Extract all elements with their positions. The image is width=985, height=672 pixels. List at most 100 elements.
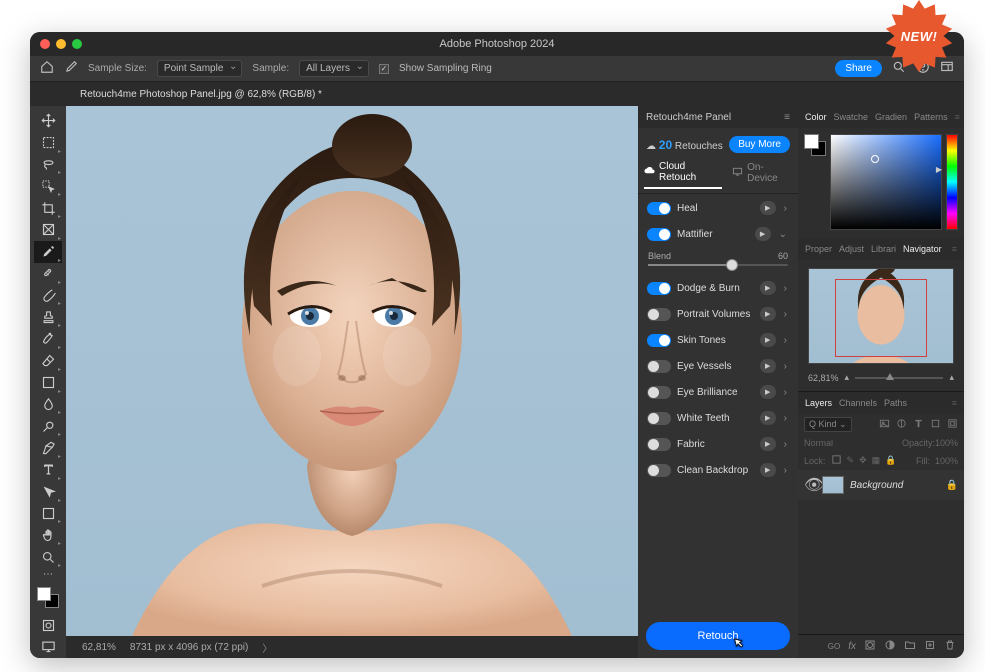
window-close-button[interactable]: [40, 39, 50, 49]
layer-mask-icon[interactable]: [864, 639, 876, 654]
expand-icon[interactable]: ›: [782, 465, 789, 476]
play-icon[interactable]: ▶: [760, 437, 776, 451]
home-icon[interactable]: [40, 60, 54, 77]
filter-type-icon[interactable]: [913, 418, 924, 431]
share-button[interactable]: Share: [835, 60, 882, 77]
plugin-menu-icon[interactable]: ≡: [784, 112, 790, 123]
layers-panel-menu-icon[interactable]: ≡: [952, 398, 957, 408]
toggle-3[interactable]: [647, 308, 671, 321]
play-icon[interactable]: ▶: [760, 281, 776, 295]
play-icon[interactable]: ▶: [760, 463, 776, 477]
nav-panel-menu-icon[interactable]: ≡: [952, 244, 957, 254]
navigator-viewport-frame[interactable]: [835, 279, 927, 357]
expand-icon[interactable]: ›: [782, 413, 789, 424]
tab-on-device[interactable]: On-Device: [732, 161, 792, 189]
color-swatch-small[interactable]: [804, 134, 826, 156]
blend-mode-dropdown[interactable]: Normal: [804, 438, 902, 448]
adjustment-layer-icon[interactable]: [884, 639, 896, 654]
selection-tool[interactable]: [34, 175, 62, 197]
group-icon[interactable]: [904, 639, 916, 654]
eraser-tool[interactable]: [34, 350, 62, 372]
lock-move-icon[interactable]: ✥: [859, 455, 867, 466]
navigator-zoom-slider[interactable]: [855, 377, 943, 379]
color-panel-menu-icon[interactable]: ≡: [955, 112, 960, 122]
tab-navigator[interactable]: Navigator: [903, 244, 942, 254]
shape-tool[interactable]: [34, 503, 62, 525]
play-icon[interactable]: ▶: [760, 411, 776, 425]
play-icon[interactable]: ▶: [760, 359, 776, 373]
expand-icon[interactable]: ›: [782, 439, 789, 450]
brush-tool[interactable]: [34, 285, 62, 307]
toggle-9[interactable]: [647, 464, 671, 477]
stamp-tool[interactable]: [34, 306, 62, 328]
zoom-tool[interactable]: [34, 546, 62, 568]
toggle-6[interactable]: [647, 386, 671, 399]
eyedropper-tool[interactable]: [34, 241, 62, 263]
toggle-1[interactable]: [647, 228, 671, 241]
hue-slider[interactable]: [946, 134, 958, 230]
pen-tool[interactable]: [34, 437, 62, 459]
tab-cloud-retouch[interactable]: Cloud Retouch: [644, 161, 722, 189]
play-icon[interactable]: ▶: [760, 385, 776, 399]
filter-image-icon[interactable]: [879, 418, 890, 431]
play-icon[interactable]: ▶: [760, 333, 776, 347]
tab-layers[interactable]: Layers: [805, 398, 832, 408]
window-maximize-button[interactable]: [72, 39, 82, 49]
trash-icon[interactable]: [944, 639, 956, 654]
toggle-0[interactable]: [647, 202, 671, 215]
link-layers-icon[interactable]: GO: [828, 642, 840, 651]
tab-swatches[interactable]: Swatche: [834, 112, 869, 122]
quickmask-tool[interactable]: [34, 614, 62, 636]
color-field[interactable]: ▶: [830, 134, 942, 230]
canvas[interactable]: [66, 106, 638, 636]
marquee-tool[interactable]: [34, 132, 62, 154]
opacity-value[interactable]: 100%: [935, 438, 958, 448]
expand-icon[interactable]: ›: [782, 203, 789, 214]
history-brush-tool[interactable]: [34, 328, 62, 350]
blend-slider[interactable]: [648, 264, 788, 266]
window-minimize-button[interactable]: [56, 39, 66, 49]
tab-paths[interactable]: Paths: [884, 398, 907, 408]
fill-value[interactable]: 100%: [935, 456, 958, 466]
tab-gradients[interactable]: Gradien: [875, 112, 907, 122]
toggle-2[interactable]: [647, 282, 671, 295]
tab-adjustments[interactable]: Adjust: [839, 244, 864, 254]
layer-visibility-icon[interactable]: 👁: [804, 475, 816, 495]
layer-fx-icon[interactable]: fx: [848, 641, 856, 652]
play-icon[interactable]: ▶: [755, 227, 771, 241]
expand-icon[interactable]: ›: [782, 361, 789, 372]
expand-icon[interactable]: ›: [782, 309, 789, 320]
expand-icon[interactable]: ›: [782, 335, 789, 346]
lock-brush-icon[interactable]: ✎: [847, 455, 855, 466]
layer-row-background[interactable]: 👁 Background 🔒: [798, 470, 964, 500]
navigator-thumbnail[interactable]: [808, 268, 954, 364]
screenmode-tool[interactable]: [34, 636, 62, 658]
new-layer-icon[interactable]: [924, 639, 936, 654]
toggle-8[interactable]: [647, 438, 671, 451]
crop-tool[interactable]: [34, 197, 62, 219]
type-tool[interactable]: [34, 459, 62, 481]
healing-tool[interactable]: [34, 263, 62, 285]
lock-all-icon[interactable]: 🔒: [885, 455, 896, 466]
expand-icon[interactable]: ›: [782, 283, 789, 294]
dodge-tool[interactable]: [34, 415, 62, 437]
sample-size-dropdown[interactable]: Point Sample: [157, 60, 242, 77]
color-swatch[interactable]: [37, 587, 59, 608]
filter-shape-icon[interactable]: [930, 418, 941, 431]
tab-properties[interactable]: Proper: [805, 244, 832, 254]
filter-smart-icon[interactable]: [947, 418, 958, 431]
filter-adjust-icon[interactable]: [896, 418, 907, 431]
buy-more-button[interactable]: Buy More: [729, 136, 790, 153]
tab-libraries[interactable]: Librari: [871, 244, 896, 254]
frame-tool[interactable]: [34, 219, 62, 241]
sample-dropdown[interactable]: All Layers: [299, 60, 369, 77]
tab-color[interactable]: Color: [805, 112, 827, 122]
layer-lock-icon[interactable]: 🔒: [946, 480, 958, 491]
layer-filter-kind[interactable]: Q Kind ⌄: [804, 417, 852, 432]
edit-toolbar[interactable]: ⋯: [34, 568, 62, 581]
play-icon[interactable]: ▶: [760, 307, 776, 321]
blur-tool[interactable]: [34, 394, 62, 416]
document-tab[interactable]: Retouch4me Photoshop Panel.jpg @ 62,8% (…: [68, 84, 334, 105]
play-icon[interactable]: ▶: [760, 201, 776, 215]
lasso-tool[interactable]: [34, 154, 62, 176]
